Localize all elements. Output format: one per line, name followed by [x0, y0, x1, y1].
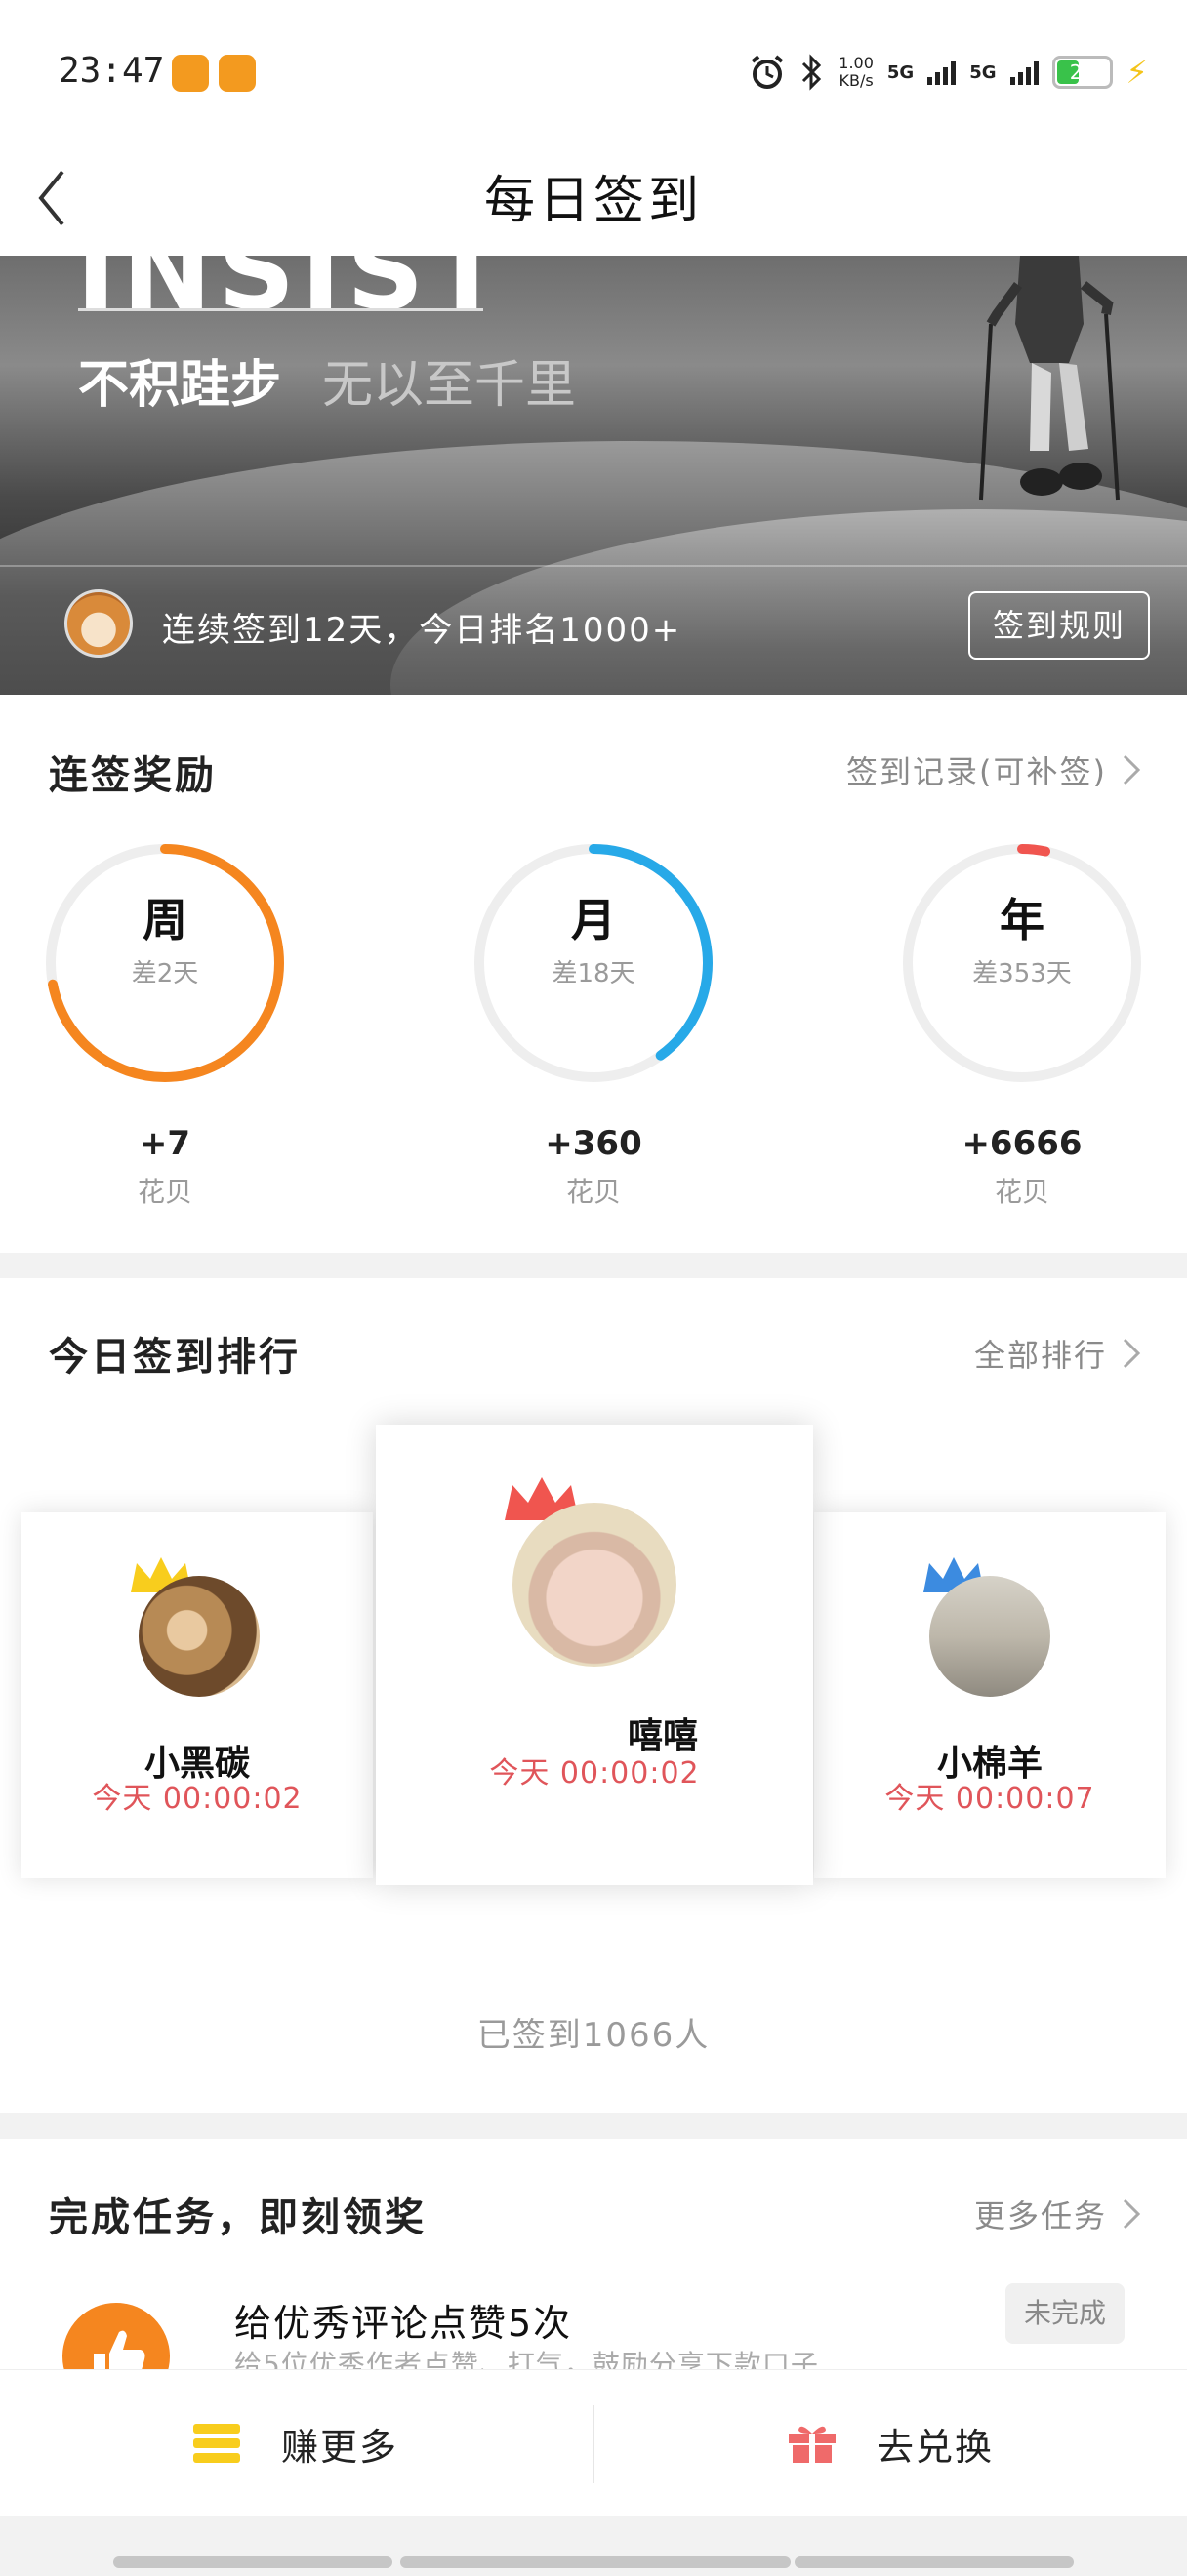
all-ranking-label: 全部排行 — [973, 1337, 1107, 1374]
banner-slogan-primary: 不积跬步 — [78, 356, 282, 415]
reward-unit: 花贝 — [137, 1176, 192, 1208]
banner-divider — [0, 565, 1187, 567]
user-avatar[interactable] — [64, 589, 133, 658]
reward-monthly[interactable]: 月 差18天 +360 花贝 — [471, 841, 716, 1231]
section-title: 完成任务，即刻领奖 — [49, 2195, 427, 2240]
reward-remaining: 差353天 — [972, 959, 1072, 988]
rank-time: 今天 00:00:02 — [92, 1782, 303, 1816]
app-notification-icon — [219, 55, 256, 92]
charging-icon: ⚡ — [1126, 54, 1148, 91]
battery-icon: 24 — [1051, 56, 1113, 89]
reward-weekly[interactable]: 周 差2天 +7 花贝 — [43, 841, 287, 1231]
speed-value: 1.00 — [839, 54, 874, 72]
signal-icon — [1009, 60, 1039, 85]
rank-avatar[interactable] — [512, 1503, 676, 1667]
coins-icon — [193, 2424, 240, 2463]
streak-summary: 连续签到12天，今日排名1000+ — [162, 611, 682, 650]
rank-time: 今天 00:00:02 — [489, 1756, 700, 1791]
reward-amount: +360 — [545, 1124, 642, 1163]
status-icons: 1.00 KB/s 5G 5G 24 ⚡ — [749, 51, 1148, 94]
more-tasks-link[interactable]: 更多任务 — [974, 2192, 1142, 2236]
speed-unit: KB/s — [839, 71, 874, 90]
reward-amount: +7 — [139, 1124, 191, 1163]
banner-underline — [78, 308, 483, 311]
rank-card-second[interactable]: 小黑碳 今天 00:00:02 — [21, 1512, 373, 1878]
chevron-right-icon — [1123, 754, 1141, 785]
nav-bar: 每日签到 — [0, 146, 1187, 256]
banner-slogan-secondary: 无以至千里 — [322, 356, 577, 415]
hiker-illustration — [979, 256, 1120, 501]
gesture-bar — [400, 2556, 791, 2568]
checkin-record-label: 签到记录(可补签) — [846, 753, 1107, 790]
checkin-record-link[interactable]: 签到记录(可补签) — [846, 747, 1142, 792]
reward-period-label: 年 — [1000, 894, 1044, 946]
bottom-divider — [593, 2405, 594, 2483]
gift-icon — [789, 2426, 836, 2463]
reward-remaining: 差2天 — [131, 959, 199, 988]
gesture-bar — [113, 2556, 392, 2568]
reward-period-label: 周 — [143, 894, 187, 946]
chevron-right-icon — [1123, 2198, 1141, 2230]
more-tasks-label: 更多任务 — [973, 2197, 1107, 2234]
status-time: 23:47 — [59, 51, 165, 91]
task-status-badge[interactable]: 未完成 — [1005, 2283, 1125, 2344]
network-type-2: 5G — [969, 61, 997, 83]
earn-more-label: 赚更多 — [281, 2425, 399, 2469]
section-title: 今日签到排行 — [49, 1335, 301, 1380]
network-speed: 1.00 KB/s — [839, 55, 874, 90]
reward-yearly[interactable]: 年 差353天 +6666 花贝 — [900, 841, 1144, 1231]
rank-card-third[interactable]: 小棉羊 今天 00:00:07 — [814, 1512, 1166, 1878]
earn-more-button[interactable]: 赚更多 — [191, 2370, 398, 2516]
rank-avatar[interactable] — [929, 1576, 1050, 1697]
rank-avatar[interactable] — [139, 1576, 260, 1697]
banner-headline: INSIST — [76, 256, 510, 334]
page-title: 每日签到 — [483, 172, 703, 230]
bottom-action-bar: 赚更多 去兑换 — [0, 2369, 1187, 2516]
rank-card-first[interactable]: 嘻嘻 今天 00:00:02 — [376, 1425, 813, 1885]
signal-icon — [927, 60, 957, 85]
bluetooth-icon — [802, 54, 822, 91]
rank-time: 今天 00:00:07 — [884, 1782, 1095, 1816]
exchange-label: 去兑换 — [877, 2425, 995, 2469]
reward-period-label: 月 — [571, 894, 616, 946]
alarm-icon — [752, 55, 784, 89]
section-title: 连签奖励 — [49, 753, 217, 798]
gesture-bar — [795, 2556, 1074, 2568]
checkin-rules-button[interactable]: 签到规则 — [968, 591, 1150, 660]
all-ranking-link[interactable]: 全部排行 — [974, 1331, 1142, 1376]
network-type-1: 5G — [886, 61, 915, 83]
reward-unit: 花贝 — [565, 1176, 621, 1208]
chevron-right-icon — [1123, 1338, 1141, 1369]
status-bar: 23:47 1.00 KB/s 5G 5G 24 ⚡ — [0, 0, 1187, 146]
banner: INSIST 不积跬步 无以至千里 连续签到12天，今日排名1000+ 签到规则 — [0, 256, 1187, 695]
reward-amount: +6666 — [962, 1124, 1083, 1163]
reward-unit: 花贝 — [994, 1176, 1049, 1208]
battery-level: 24 — [1069, 60, 1095, 84]
reward-remaining: 差18天 — [552, 959, 635, 988]
signed-count: 已签到1066人 — [476, 2016, 711, 2055]
app-notification-icon — [172, 55, 209, 92]
task-title: 给优秀评论点赞5次 — [234, 2302, 573, 2345]
streak-rewards-section: 连签奖励 签到记录(可补签) 周 差2天 +7 花贝 月 差18天 +360 花… — [0, 695, 1187, 1253]
exchange-button[interactable]: 去兑换 — [787, 2370, 994, 2516]
